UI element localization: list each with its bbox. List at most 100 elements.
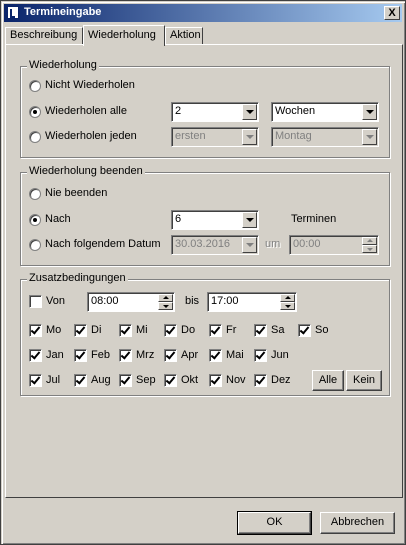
month-checkbox[interactable] xyxy=(29,374,42,387)
von-checkbox[interactable] xyxy=(29,295,42,308)
weekday-label[interactable]: Do xyxy=(181,324,195,336)
bis-label: bis xyxy=(185,295,200,307)
radio-nie-beenden[interactable] xyxy=(29,188,41,200)
radio-nach[interactable] xyxy=(29,214,41,226)
weekday-checkbox[interactable] xyxy=(254,324,267,337)
window-title: Termineingabe xyxy=(24,6,102,18)
kein-button[interactable]: Kein xyxy=(346,370,382,391)
spin-down-icon[interactable] xyxy=(362,245,377,253)
jeden-day-combo[interactable]: Montag xyxy=(271,127,379,147)
um-label: um xyxy=(265,238,281,250)
close-button[interactable]: X xyxy=(384,6,400,20)
spin-arrows xyxy=(362,237,377,253)
tab-aktion[interactable]: Aktion xyxy=(165,27,203,44)
radio-wiederholen-alle[interactable] xyxy=(29,106,41,118)
weekday-checkbox[interactable] xyxy=(119,324,132,337)
kein-button-label: Kein xyxy=(352,374,376,386)
bis-time-stepper[interactable]: 17:00 xyxy=(207,292,297,312)
alle-button-label: Alle xyxy=(318,374,338,386)
alle-unit-value: Wochen xyxy=(275,105,316,117)
month-label[interactable]: Dez xyxy=(271,374,291,386)
ok-button[interactable]: OK xyxy=(237,511,312,535)
weekday-label[interactable]: Mi xyxy=(136,324,148,336)
spin-down-icon[interactable] xyxy=(280,302,295,310)
dialog-window: Termineingabe X Beschreibung Wiederholun… xyxy=(0,0,406,545)
von-time-value: 08:00 xyxy=(91,295,119,307)
month-label[interactable]: Nov xyxy=(226,374,246,386)
chevron-down-icon[interactable] xyxy=(242,104,257,120)
month-checkbox[interactable] xyxy=(119,374,132,387)
end-time-stepper[interactable]: 00:00 xyxy=(289,235,379,255)
weekday-checkbox[interactable] xyxy=(29,324,42,337)
nach-count-combo[interactable]: 6 xyxy=(171,210,259,230)
chevron-down-icon[interactable] xyxy=(362,129,377,145)
radio-folgendem-datum[interactable] xyxy=(29,239,41,251)
chevron-down-icon[interactable] xyxy=(242,212,257,228)
month-checkbox[interactable] xyxy=(209,349,222,362)
spin-down-icon[interactable] xyxy=(158,302,173,310)
calendar-app-icon xyxy=(7,6,19,19)
chevron-down-icon[interactable] xyxy=(362,104,377,120)
month-label[interactable]: Feb xyxy=(91,349,110,361)
ok-button-label: OK xyxy=(266,516,283,528)
month-checkbox[interactable] xyxy=(74,349,87,362)
spin-arrows xyxy=(158,294,173,310)
spin-up-icon[interactable] xyxy=(280,294,295,302)
tab-beschreibung[interactable]: Beschreibung xyxy=(5,27,83,44)
month-label[interactable]: Okt xyxy=(181,374,198,386)
month-checkbox[interactable] xyxy=(209,374,222,387)
date-value: 30.03.2016 xyxy=(175,238,231,250)
radio-wiederholen-alle-label[interactable]: Wiederholen alle xyxy=(45,105,127,117)
month-checkbox[interactable] xyxy=(119,349,132,362)
radio-folgendem-datum-label[interactable]: Nach folgendem Datum xyxy=(45,238,161,250)
month-label[interactable]: Jan xyxy=(46,349,64,361)
radio-nicht-wiederholen-label[interactable]: Nicht Wiederholen xyxy=(45,79,135,91)
month-checkbox[interactable] xyxy=(254,349,267,362)
radio-nie-beenden-label[interactable]: Nie beenden xyxy=(45,187,107,199)
weekday-checkbox[interactable] xyxy=(209,324,222,337)
radio-nicht-wiederholen[interactable] xyxy=(29,80,41,92)
month-label[interactable]: Mrz xyxy=(136,349,154,361)
chevron-down-icon[interactable] xyxy=(242,237,257,253)
jeden-which-combo[interactable]: ersten xyxy=(171,127,259,147)
month-label[interactable]: Jul xyxy=(46,374,60,386)
date-picker[interactable]: 30.03.2016 xyxy=(171,235,259,255)
weekday-checkbox[interactable] xyxy=(164,324,177,337)
month-label[interactable]: Jun xyxy=(271,349,289,361)
title-bar[interactable]: Termineingabe X xyxy=(4,4,402,22)
month-checkbox[interactable] xyxy=(254,374,267,387)
spin-up-icon[interactable] xyxy=(362,237,377,245)
month-checkbox[interactable] xyxy=(164,349,177,362)
month-checkbox[interactable] xyxy=(74,374,87,387)
radio-wiederholen-jeden-label[interactable]: Wiederholen jeden xyxy=(45,130,137,142)
month-label[interactable]: Apr xyxy=(181,349,198,361)
group-beenden: Wiederholung beenden Nie beenden Nach 6 … xyxy=(20,165,390,266)
month-checkbox[interactable] xyxy=(29,349,42,362)
alle-button[interactable]: Alle xyxy=(312,370,344,391)
von-time-stepper[interactable]: 08:00 xyxy=(87,292,175,312)
spin-up-icon[interactable] xyxy=(158,294,173,302)
weekday-label[interactable]: Sa xyxy=(271,324,284,336)
month-label[interactable]: Sep xyxy=(136,374,156,386)
weekday-checkbox[interactable] xyxy=(74,324,87,337)
alle-count-combo[interactable]: 2 xyxy=(171,102,259,122)
group-zusatz-legend: Zusatzbedingungen xyxy=(27,272,128,284)
month-label[interactable]: Aug xyxy=(91,374,111,386)
weekday-label[interactable]: So xyxy=(315,324,328,336)
radio-nach-label[interactable]: Nach xyxy=(45,213,71,225)
alle-unit-combo[interactable]: Wochen xyxy=(271,102,379,122)
tab-wiederholung[interactable]: Wiederholung xyxy=(83,25,165,46)
weekday-label[interactable]: Di xyxy=(91,324,101,336)
weekday-label[interactable]: Fr xyxy=(226,324,236,336)
chevron-down-icon[interactable] xyxy=(242,129,257,145)
cancel-button[interactable]: Abbrechen xyxy=(320,512,395,534)
bis-time-value: 17:00 xyxy=(211,295,239,307)
von-label[interactable]: Von xyxy=(46,295,65,307)
end-time-value: 00:00 xyxy=(293,238,321,250)
radio-wiederholen-jeden[interactable] xyxy=(29,131,41,143)
weekday-label[interactable]: Mo xyxy=(46,324,61,336)
jeden-day-value: Montag xyxy=(275,130,312,142)
month-checkbox[interactable] xyxy=(164,374,177,387)
weekday-checkbox[interactable] xyxy=(298,324,311,337)
month-label[interactable]: Mai xyxy=(226,349,244,361)
